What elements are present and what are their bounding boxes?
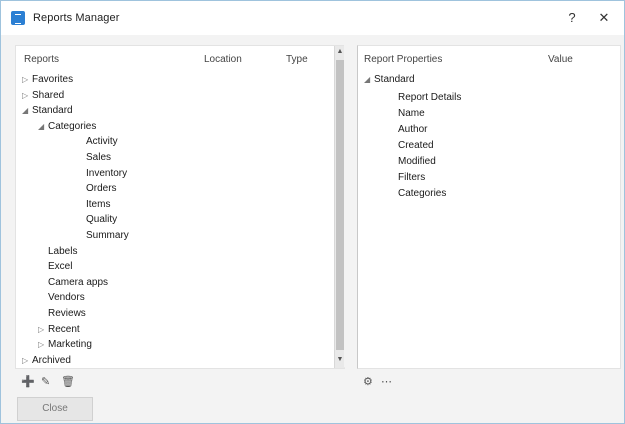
- tree-node-label: Activity: [86, 136, 118, 148]
- tree-node[interactable]: Vendors: [38, 290, 85, 306]
- tree-node[interactable]: ▷ Recent: [38, 322, 80, 338]
- more-options-icon[interactable]: ⋯: [381, 375, 392, 388]
- help-button[interactable]: ?: [557, 7, 587, 29]
- settings-gear-icon[interactable]: ⚙: [363, 375, 373, 388]
- property-label: Name: [398, 108, 425, 119]
- reports-tree-pane: Reports Location Type ▷ Favorites ▷ Shared ◢…: [15, 45, 345, 369]
- tree-node-label: Labels: [48, 245, 78, 257]
- property-item[interactable]: Created: [398, 138, 434, 154]
- window-title: Reports Manager: [33, 12, 120, 24]
- title-bar: Reports Manager ? ✕: [1, 1, 624, 35]
- tree-toolbar: ➕ ✎ 🗑: [15, 371, 343, 393]
- tree-node[interactable]: ▷ Marketing: [38, 337, 92, 353]
- collapse-icon: ◢: [364, 75, 371, 84]
- tree-node-label: Favorites: [32, 74, 74, 85]
- collapse-icon[interactable]: ◢: [22, 103, 32, 119]
- tree-node[interactable]: ▷ Shared: [22, 88, 64, 104]
- tree-node[interactable]: ◢ Standard: [22, 103, 73, 119]
- tree-node[interactable]: Labels: [38, 244, 77, 260]
- column-header-type[interactable]: Type: [286, 54, 308, 65]
- tree-node-label: Summary: [86, 230, 129, 241]
- tree-node[interactable]: Summary: [76, 228, 129, 244]
- tree-node[interactable]: Excel: [38, 259, 72, 275]
- property-label: Filters: [398, 172, 426, 183]
- scroll-thumb[interactable]: [336, 60, 344, 350]
- property-label: Author: [398, 124, 428, 135]
- properties-pane: Report Properties Value ◢ Standard Report…: [357, 45, 621, 369]
- column-header-reports[interactable]: Reports: [24, 54, 59, 65]
- property-item[interactable]: Name: [398, 106, 425, 122]
- property-label: Report Details: [398, 92, 462, 103]
- property-label: Modified: [398, 156, 436, 167]
- tree-node-label: Excel: [48, 261, 73, 273]
- property-item[interactable]: Modified: [398, 154, 436, 170]
- tree-node[interactable]: ▷ Favorites: [22, 72, 73, 88]
- property-item[interactable]: Author: [398, 122, 427, 138]
- tree-node-label: Sales: [86, 152, 112, 163]
- delete-icon[interactable]: 🗑: [61, 375, 75, 388]
- expand-icon[interactable]: ▷: [22, 353, 32, 369]
- tree-node-label: Quality: [86, 214, 118, 226]
- expand-icon[interactable]: ▷: [38, 322, 48, 338]
- reports-manager-window: Reports Manager ? ✕ Reports Location Typ…: [0, 0, 625, 424]
- tree-node-label: Standard: [32, 105, 73, 117]
- tree-node[interactable]: Activity: [76, 134, 118, 150]
- tree-node[interactable]: Inventory: [76, 166, 127, 182]
- tree-node[interactable]: Sales: [76, 150, 111, 166]
- property-label: Categories: [398, 188, 447, 199]
- tree-node-label: Marketing: [48, 339, 92, 351]
- column-header-location[interactable]: Location: [204, 54, 242, 65]
- app-icon: [11, 11, 25, 25]
- column-header-value[interactable]: Value: [548, 54, 573, 65]
- tree-node-label: Archived: [32, 354, 71, 366]
- edit-icon[interactable]: ✎: [41, 375, 50, 388]
- add-icon[interactable]: ➕: [21, 375, 35, 388]
- tree-node-label: Recent: [48, 323, 80, 335]
- tree-node[interactable]: ◢ Categories: [38, 119, 96, 135]
- expand-icon[interactable]: ▷: [22, 72, 32, 88]
- tree-node-label: Vendors: [48, 292, 85, 304]
- property-item[interactable]: Report Details: [398, 90, 461, 106]
- tree-node-label: Reviews: [48, 308, 86, 319]
- tree-node-label: Orders: [86, 183, 117, 195]
- tree-node-label: Inventory: [86, 167, 128, 179]
- properties-toolbar: ⚙ ⋯: [357, 371, 619, 393]
- properties-root[interactable]: ◢ Standard: [364, 72, 415, 88]
- collapse-icon[interactable]: ◢: [38, 119, 48, 135]
- tree-node[interactable]: Camera apps: [38, 275, 108, 291]
- property-item[interactable]: Filters: [398, 170, 425, 186]
- tree-node-label: Camera apps: [48, 276, 109, 288]
- pane-splitter[interactable]: [344, 45, 356, 367]
- tree-node[interactable]: Items: [76, 197, 110, 213]
- expand-icon[interactable]: ▷: [22, 88, 32, 104]
- tree-node[interactable]: Reviews: [38, 306, 86, 322]
- tree-node-label: Shared: [32, 89, 65, 101]
- close-button[interactable]: Close: [17, 397, 93, 421]
- property-label: Created: [398, 140, 434, 151]
- expand-icon[interactable]: ▷: [38, 337, 48, 353]
- tree-node[interactable]: Orders: [76, 181, 117, 197]
- tree-node-label: Categories: [48, 120, 97, 132]
- property-item[interactable]: Categories: [398, 186, 446, 202]
- close-window-button[interactable]: ✕: [589, 7, 619, 29]
- tree-node[interactable]: ▷ Archived: [22, 353, 71, 369]
- tree-node[interactable]: Quality: [76, 212, 117, 228]
- tree-node-label: Items: [86, 198, 111, 210]
- column-header-properties[interactable]: Report Properties: [364, 54, 442, 65]
